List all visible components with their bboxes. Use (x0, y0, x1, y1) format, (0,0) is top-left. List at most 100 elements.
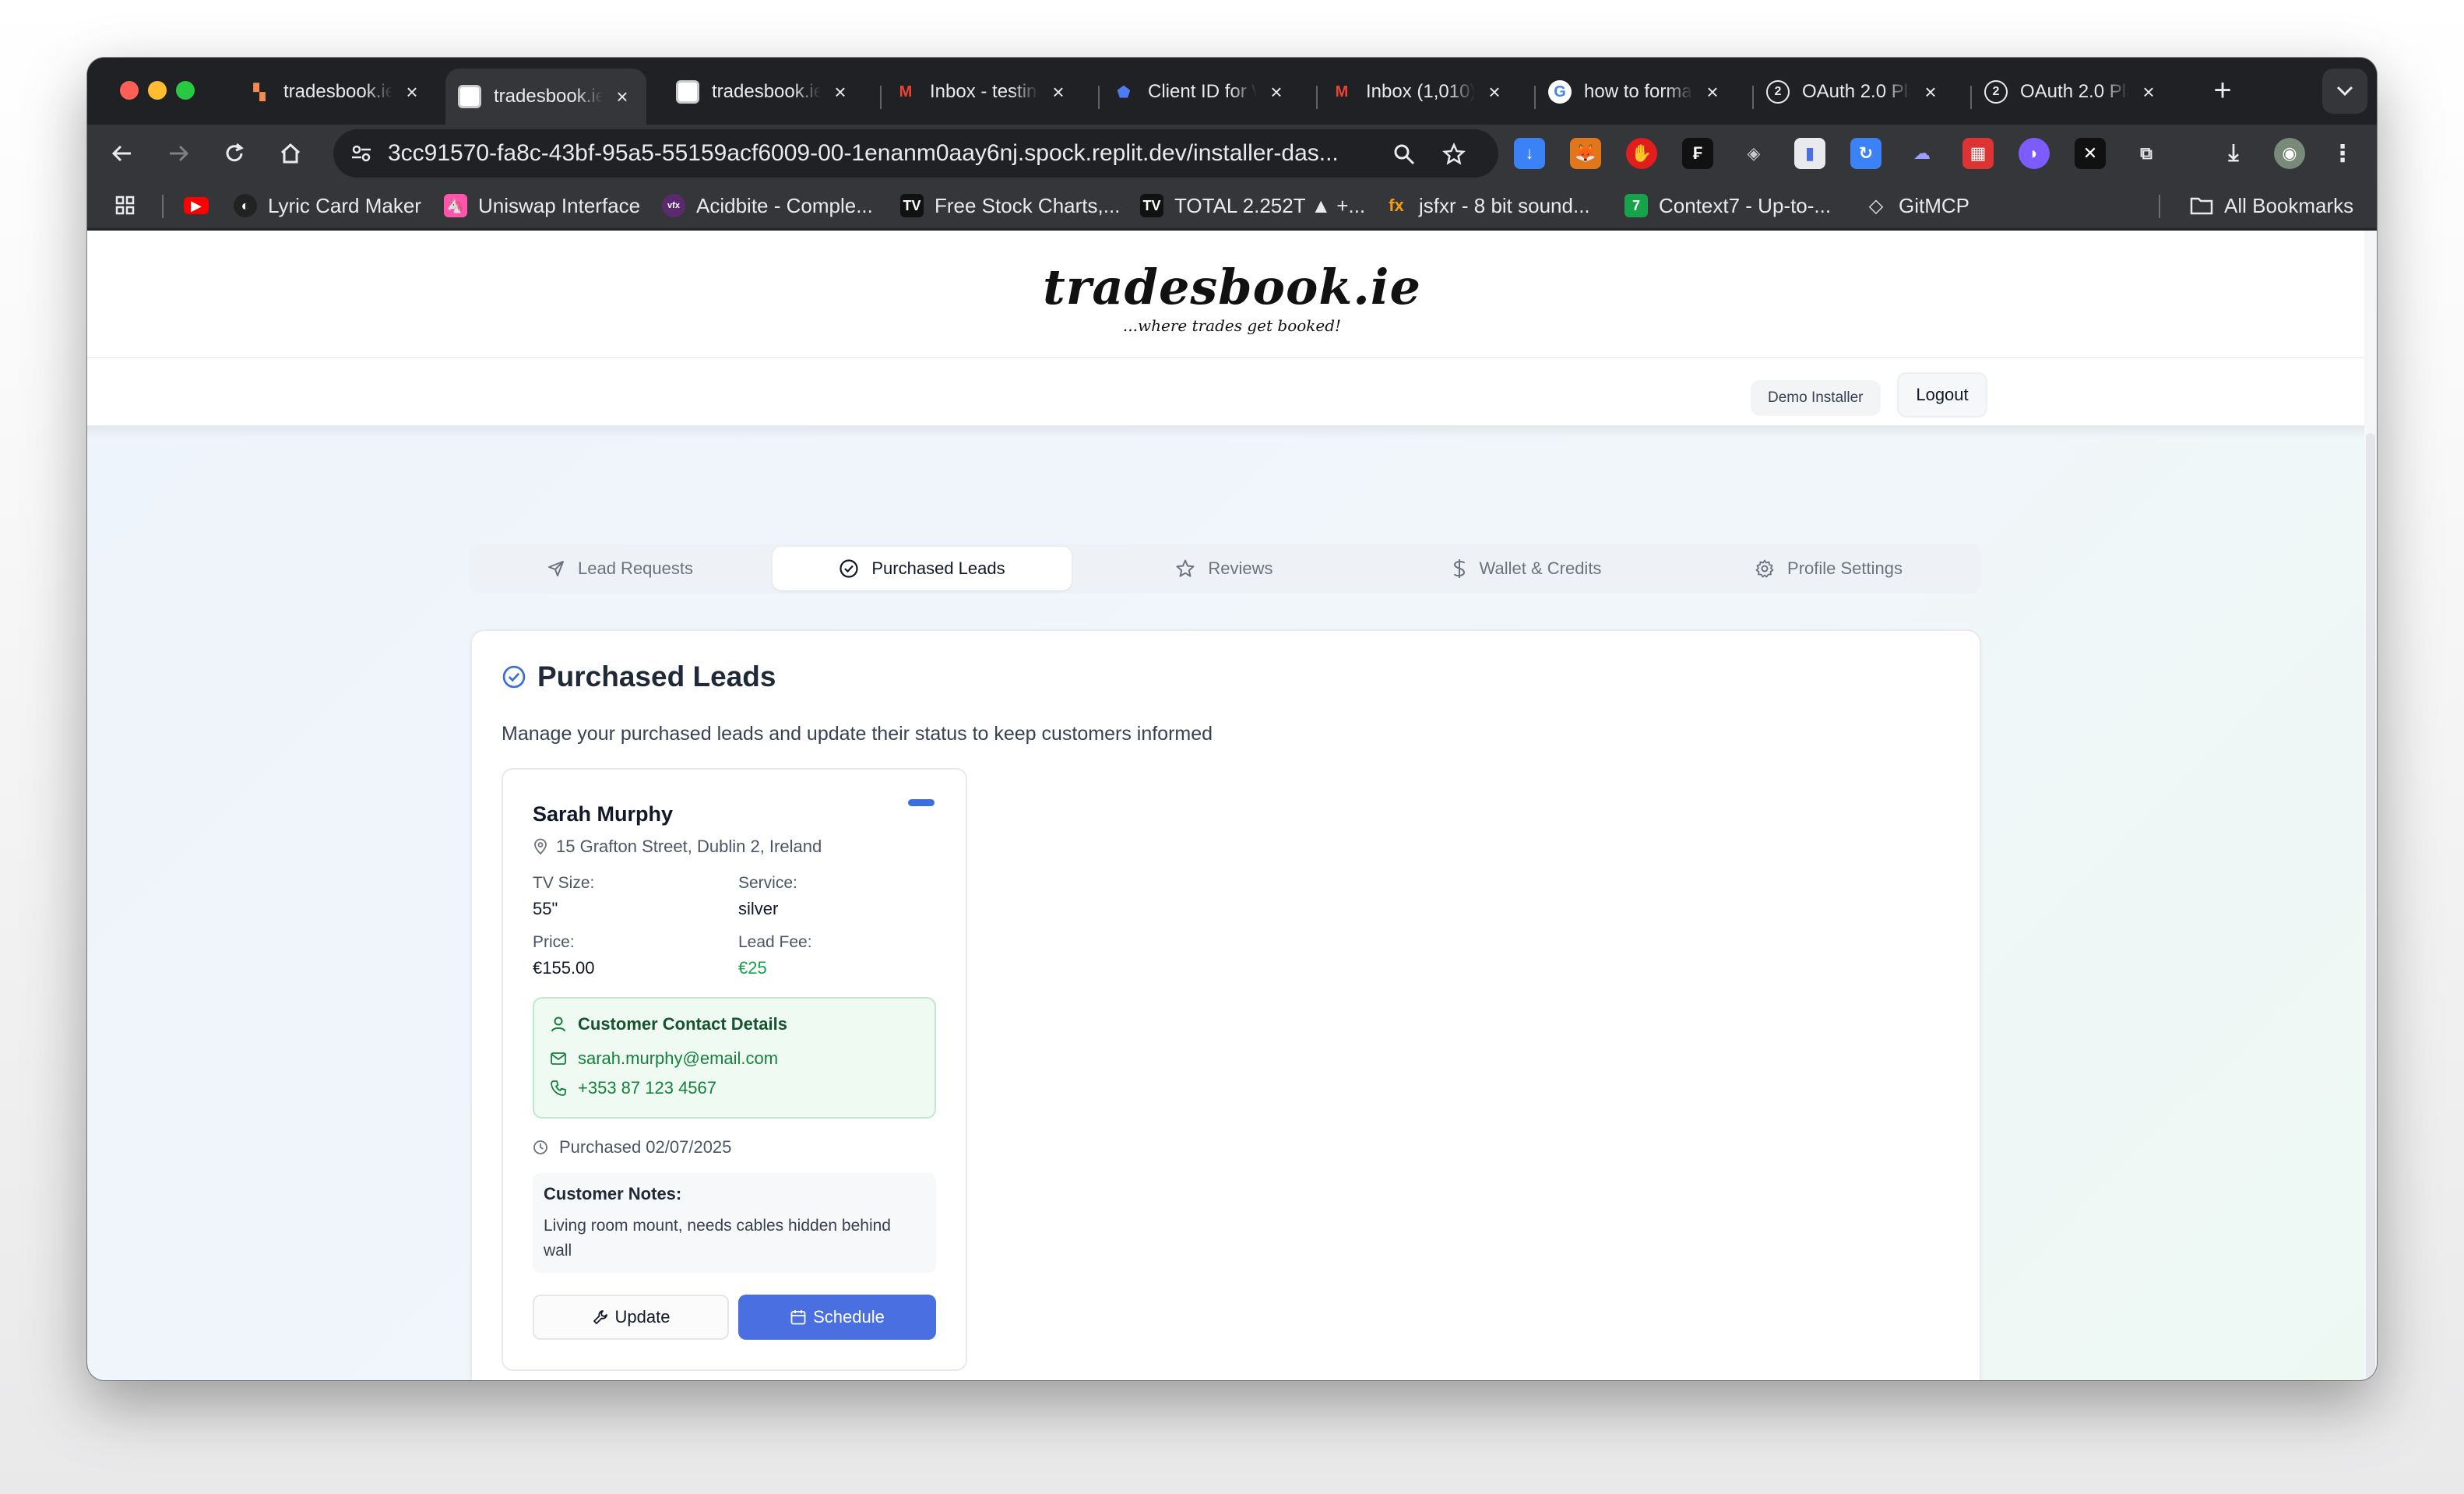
maximize-window-button[interactable] (176, 81, 195, 100)
profile-avatar-icon[interactable]: ◉ (2274, 138, 2305, 169)
user-bar: Demo Installer Logout (87, 358, 2377, 427)
forward-button[interactable] (157, 132, 199, 174)
new-tab-button[interactable]: + (2204, 73, 2241, 111)
close-tab-icon[interactable]: × (1483, 80, 1506, 104)
browser-tab-active[interactable]: tradesbook.ie × (445, 69, 646, 125)
bookmark-label: GitMCP (1899, 193, 1969, 217)
adblock-extension-icon[interactable]: ✋ (1626, 138, 1657, 169)
target-extension-icon[interactable]: ◈ (1738, 138, 1769, 169)
purchased-leads-card: Purchased Leads Manage your purchased le… (470, 629, 1981, 1380)
bookmark-item[interactable]: ◐ Lyric Card Maker (234, 192, 421, 220)
browser-tab[interactable]: M Inbox - testing × (882, 69, 1082, 115)
bookmark-star-icon[interactable] (1439, 139, 1469, 169)
bookmark-item[interactable]: vfx Acidbite - Comple... (662, 192, 873, 220)
scrollbar-thumb[interactable] (2366, 433, 2375, 1380)
apps-button[interactable] (114, 192, 148, 220)
zoom-icon[interactable] (1389, 139, 1419, 169)
tab-profile-settings[interactable]: Profile Settings (1679, 547, 1978, 590)
bookmark-item[interactable]: ◇ GitMCP (1864, 192, 1969, 220)
blank-page-favicon-icon (458, 85, 481, 108)
browser-tab[interactable]: 2 OAuth 2.0 Playground × (1972, 69, 2173, 115)
tab-strip: ▚ tradesbook.ie × tradesbook.ie × trades… (87, 58, 2377, 125)
tab-lead-requests[interactable]: Lead Requests (472, 547, 768, 590)
doc-extension-icon[interactable]: ▮ (1794, 138, 1825, 169)
tradingview-icon: TV (1140, 194, 1163, 217)
downloads-icon[interactable]: ⤓ (2218, 138, 2249, 169)
bookmark-label: Free Stock Charts,... (935, 193, 1121, 217)
email-text[interactable]: sarah.murphy@email.com (578, 1048, 778, 1069)
home-button[interactable] (269, 132, 312, 174)
bookmark-item[interactable]: 7 Context7 - Up-to-... (1624, 192, 1831, 220)
jsfxr-icon: fx (1389, 196, 1404, 215)
bookmark-item[interactable]: TV Free Stock Charts,... (900, 192, 1120, 220)
site-header: tradesbook.ie ...where trades get booked… (87, 231, 2377, 357)
logout-button[interactable]: Logout (1897, 372, 1987, 418)
all-bookmarks-button[interactable]: All Bookmarks (2190, 192, 2353, 220)
user-icon (551, 1017, 565, 1032)
lyric-icon: ◐ (234, 194, 257, 217)
contact-email[interactable]: sarah.murphy@email.com (550, 1048, 778, 1069)
sync-extension-icon[interactable]: ↻ (1850, 138, 1881, 169)
page-content: tradesbook.ie ...where trades get booked… (87, 231, 2377, 1380)
price-field: Price: €155.00 (533, 933, 595, 978)
browser-tab[interactable]: ⬟ Client ID for Web × (1100, 69, 1301, 115)
update-button[interactable]: Update (533, 1295, 729, 1340)
google-favicon-icon: G (1548, 80, 1572, 104)
price-label: Price: (533, 933, 575, 951)
close-tab-icon[interactable]: × (1047, 80, 1070, 104)
service-value: silver (738, 899, 779, 918)
customer-address: 15 Grafton Street, Dublin 2, Ireland (533, 837, 822, 857)
close-window-button[interactable] (120, 81, 139, 100)
apps-grid-icon (114, 194, 137, 217)
tab-reviews[interactable]: Reviews (1075, 547, 1374, 590)
page-scrollbar[interactable] (2364, 231, 2377, 1380)
back-button[interactable] (101, 132, 143, 174)
reload-button[interactable] (213, 132, 255, 174)
bookmark-item[interactable]: fx jsfxr - 8 bit sound... (1385, 192, 1589, 220)
browser-tab[interactable]: 2 OAuth 2.0 Playground × (1754, 69, 1955, 115)
bookmark-item[interactable]: TV TOTAL 2.252T ▲ +... (1140, 192, 1365, 220)
close-tab-icon[interactable]: × (1701, 80, 1724, 104)
extensions-puzzle-icon[interactable]: ⧉ (2131, 138, 2162, 169)
address-bar[interactable]: 3cc91570-fa8c-43bf-95a5-55159acf6009-00-… (333, 129, 1498, 178)
tab-label: Profile Settings (1787, 558, 1903, 578)
download-extension-icon[interactable]: ↓ (1514, 138, 1545, 169)
close-tab-icon[interactable]: × (1265, 80, 1288, 104)
browser-tab[interactable]: ▚ tradesbook.ie × (235, 69, 436, 115)
purchased-date-text: Purchased 02/07/2025 (559, 1137, 732, 1157)
ghost-extension-icon[interactable]: ◗ (2019, 138, 2050, 169)
tab-wallet-credits[interactable]: Wallet & Credits (1377, 547, 1676, 590)
red-grid-extension-icon[interactable]: ▦ (1962, 138, 1994, 169)
clock-icon (533, 1140, 547, 1154)
f-extension-icon[interactable]: ₣ (1682, 138, 1713, 169)
close-tab-icon[interactable]: × (611, 85, 634, 109)
contact-phone[interactable]: +353 87 123 4567 (550, 1078, 716, 1098)
schedule-button[interactable]: Schedule (738, 1295, 936, 1340)
close-tab-icon[interactable]: × (1919, 80, 1942, 104)
contact-heading: Customer Contact Details (550, 1014, 787, 1034)
url-text[interactable]: 3cc91570-fa8c-43bf-95a5-55159acf6009-00-… (388, 140, 1346, 167)
close-tab-icon[interactable]: × (400, 80, 424, 104)
browser-tab[interactable]: G how to format × (1536, 69, 1737, 115)
chevron-down-icon (2336, 86, 2353, 97)
tab-search-button[interactable] (2322, 69, 2367, 114)
ghost-lock-extension-icon[interactable]: ☁ (1906, 138, 1938, 169)
minimize-window-button[interactable] (148, 81, 167, 100)
tab-purchased-leads[interactable]: Purchased Leads (773, 547, 1072, 590)
bookmark-youtube[interactable]: ▶ (184, 192, 220, 220)
phone-text[interactable]: +353 87 123 4567 (578, 1078, 716, 1098)
phone-icon (551, 1080, 566, 1096)
browser-tab[interactable]: M Inbox (1,010) × (1318, 69, 1519, 115)
x-extension-icon[interactable]: ✕ (2075, 138, 2106, 169)
tab-title: OAuth 2.0 Playground (2020, 81, 2129, 102)
menu-kebab-icon[interactable]: ⋮ (2327, 138, 2358, 169)
close-tab-icon[interactable]: × (2137, 80, 2160, 104)
site-settings-icon[interactable] (347, 139, 375, 167)
metamask-extension-icon[interactable]: 🦊 (1570, 138, 1601, 169)
browser-tab[interactable]: tradesbook.ie × (664, 69, 864, 115)
close-tab-icon[interactable]: × (829, 80, 852, 104)
dollar-icon (1453, 559, 1465, 578)
site-logo[interactable]: tradesbook.ie (87, 259, 2377, 315)
context7-icon: 7 (1624, 194, 1648, 217)
bookmark-item[interactable]: 🦄 Uniswap Interface (444, 192, 640, 220)
